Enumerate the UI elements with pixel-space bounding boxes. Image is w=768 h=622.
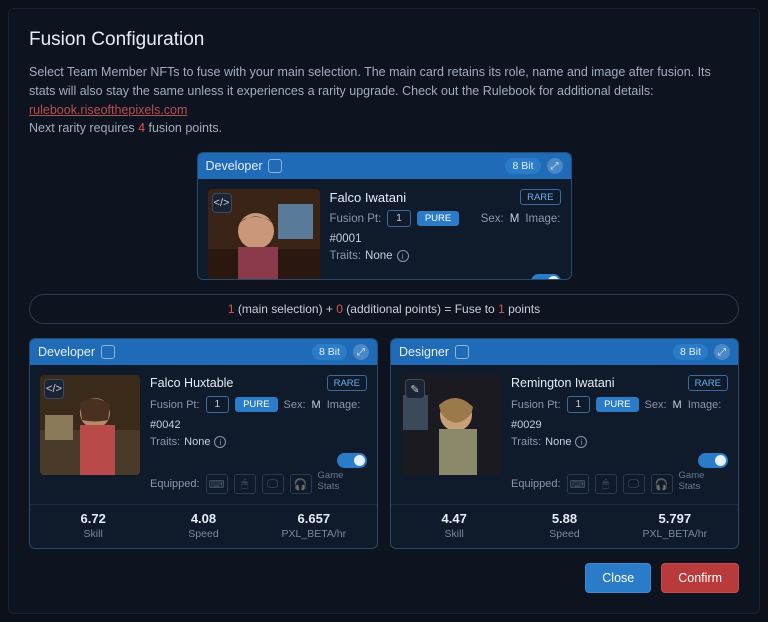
role-label: Developer [38, 345, 95, 359]
expand-icon[interactable] [714, 344, 730, 360]
pure-badge: PURE [417, 211, 459, 226]
sex-label: Sex: [481, 213, 504, 225]
rarity-badge: RARE [327, 375, 367, 391]
fusion-pt-label: Fusion Pt: [330, 213, 382, 225]
portrait: </> [208, 189, 320, 280]
bit-badge: 8 Bit [312, 344, 347, 360]
team-member-card[interactable]: Developer 8 Bit </> [29, 338, 378, 549]
fusion-pt-value: 1 [387, 210, 411, 227]
confirm-button[interactable]: Confirm [661, 563, 739, 593]
desc-next-prefix: Next rarity requires [29, 121, 138, 135]
headphones-icon[interactable]: 🎧 [290, 474, 312, 494]
gamestats-toggle[interactable] [337, 453, 367, 468]
expand-icon[interactable] [353, 344, 369, 360]
sex-value: M [312, 399, 321, 411]
monitor-icon[interactable]: 🖵 [623, 474, 645, 494]
sex-value: M [510, 213, 520, 225]
role-label: Developer [206, 159, 263, 173]
traits-value: None [545, 436, 571, 448]
fusion-pt-value: 1 [206, 396, 230, 413]
code-icon: </> [44, 379, 64, 399]
role-tile-icon [455, 345, 469, 359]
image-id: #0001 [330, 233, 362, 245]
role-tile-icon [268, 159, 282, 173]
desc-next-suffix: fusion points. [145, 121, 222, 135]
character-name: Falco Iwatani [330, 190, 407, 205]
sex-value: M [673, 399, 682, 411]
result-points: 1 [498, 302, 505, 316]
modal-title: Fusion Configuration [29, 29, 739, 51]
fusion-config-modal: Fusion Configuration Select Team Member … [8, 8, 760, 614]
mouse-icon[interactable]: 🖱 [595, 474, 617, 494]
image-id: #0029 [511, 419, 542, 431]
code-icon: </> [212, 193, 232, 213]
gamestats-toggle[interactable] [531, 274, 561, 280]
headphones-icon[interactable]: 🎧 [651, 474, 673, 494]
traits-value: None [365, 250, 393, 262]
role-label: Designer [399, 345, 449, 359]
fusion-pt-value: 1 [567, 396, 591, 413]
rarity-badge: RARE [688, 375, 728, 391]
bit-badge: 8 Bit [673, 344, 708, 360]
role-tile-icon [101, 345, 115, 359]
keyboard-icon[interactable]: ⌨ [206, 474, 228, 494]
portrait: ✎ [401, 375, 501, 494]
traits-value: None [184, 436, 210, 448]
pure-badge: PURE [596, 397, 638, 412]
traits-label: Traits: [330, 250, 362, 262]
desc-text: Select Team Member NFTs to fuse with you… [29, 65, 711, 98]
rulebook-link[interactable]: rulebook.riseofthepixels.com [29, 103, 187, 117]
close-button[interactable]: Close [585, 563, 651, 593]
fusion-summary-bar: 1 (main selection) + 0 (additional point… [29, 294, 739, 324]
main-selection-card[interactable]: Developer 8 Bit </> [197, 152, 572, 280]
gamestats-toggle[interactable] [698, 453, 728, 468]
image-label: Image: [525, 213, 560, 225]
info-icon[interactable]: i [397, 250, 409, 262]
keyboard-icon[interactable]: ⌨ [567, 474, 589, 494]
character-name: Falco Huxtable [150, 376, 233, 390]
info-icon[interactable]: i [575, 436, 587, 448]
info-icon[interactable]: i [214, 436, 226, 448]
image-id: #0042 [150, 419, 181, 431]
character-name: Remington Iwatani [511, 376, 615, 390]
modal-description: Select Team Member NFTs to fuse with you… [29, 63, 739, 138]
portrait: </> [40, 375, 140, 494]
mouse-icon[interactable]: 🖱 [234, 474, 256, 494]
monitor-icon[interactable]: 🖵 [262, 474, 284, 494]
additional-count: 0 [336, 302, 343, 316]
main-count: 1 [228, 302, 235, 316]
bit-badge: 8 Bit [505, 158, 540, 174]
card-header: Developer 8 Bit [198, 153, 571, 179]
team-member-card[interactable]: Designer 8 Bit ✎ [390, 338, 739, 549]
pure-badge: PURE [235, 397, 277, 412]
expand-icon[interactable] [547, 158, 563, 174]
required-points: 4 [138, 121, 145, 135]
pencil-icon: ✎ [405, 379, 425, 399]
rarity-badge: RARE [520, 189, 560, 205]
